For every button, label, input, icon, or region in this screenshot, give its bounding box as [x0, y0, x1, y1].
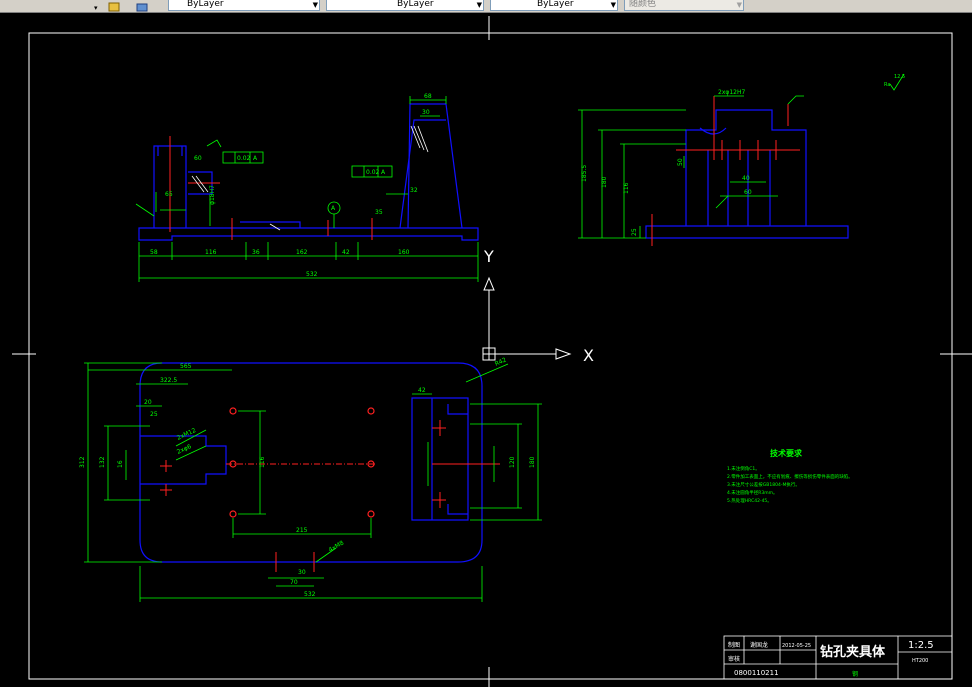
tech-req-item-5: 5.热处理HRC42-45。 [727, 497, 772, 504]
roughness-value: 12.5 [894, 74, 905, 80]
dim-30: 30 [298, 569, 306, 576]
svg-text:▾: ▾ [94, 4, 98, 12]
dim-58: 58 [150, 249, 158, 256]
sheet-note: 钢 [852, 670, 858, 678]
dim-2xm12: 2xM12 [176, 427, 197, 442]
part-name: 钻孔夹具体 [820, 644, 886, 660]
color-dropdown[interactable]: ByLayer ▼ [168, 0, 320, 11]
dim-120: 120 [509, 456, 516, 468]
dim-60: 60 [744, 189, 752, 196]
dim-215: 215 [296, 527, 308, 534]
tech-req-item-2: 2.零件加工表面上，不应有划痕、擦伤等损伤零件表面的缺陷。 [727, 473, 853, 480]
tech-req-item-3: 3.未注尺寸公差按GB1804-M执行。 [727, 481, 800, 488]
dim-50: 50 [677, 158, 684, 166]
dim-132: 132 [99, 456, 106, 468]
tol-ref: A [381, 169, 386, 176]
plotstyle-dropdown[interactable]: 随颜色 ▼ [624, 0, 744, 11]
layer-previous-icon[interactable] [136, 0, 148, 12]
drawing-date: 2012-05-25 [782, 643, 811, 649]
designer-name: 谢国龙 [750, 641, 768, 649]
dim-116: 116 [623, 182, 630, 194]
drawing-border [28, 32, 953, 680]
dim-25: 25 [631, 228, 638, 236]
dim-42: 42 [418, 387, 426, 394]
ucs-y-label: Y [483, 247, 494, 266]
dim-35: 35 [375, 209, 383, 216]
dim-532: 532 [306, 271, 318, 278]
dim-312: 312 [79, 456, 86, 468]
lineweight-dropdown[interactable]: ByLayer ▼ [490, 0, 618, 11]
dim-4xm8: 4xM8 [328, 539, 346, 553]
roughness-note: Ra [884, 82, 890, 88]
dim-322-5: 322.5 [160, 377, 177, 384]
color-value: ByLayer [187, 0, 224, 9]
roughness-symbol: 12.5 Ra [884, 73, 905, 91]
dim-116: 116 [205, 249, 217, 256]
dim-68: 68 [424, 93, 432, 100]
dim-40: 40 [742, 175, 750, 182]
dim-185-5: 185.5 [581, 165, 588, 182]
linetype-value: ByLayer [397, 0, 434, 9]
front-view: 58 116 36 162 42 160 532 68 30 32 65 60 … [135, 93, 479, 282]
dim-160: 160 [398, 249, 410, 256]
tech-requirements: 技术要求 1.未注倒角C1。 2.零件加工表面上，不应有划痕、擦伤等损伤零件表面… [727, 448, 853, 504]
dim-162: 162 [296, 249, 308, 256]
dim-32: 32 [410, 187, 418, 194]
hole-dim: φ18H7 [209, 185, 216, 205]
dim-180: 180 [529, 456, 536, 468]
dim-16: 16 [117, 460, 124, 468]
chevron-down-icon: ▼ [610, 1, 616, 9]
tech-req-item-4: 4.未注圆角半径R3mm。 [727, 489, 778, 496]
chevron-down-icon: ▼ [736, 1, 742, 9]
dim-r42: R42 [494, 356, 508, 367]
dim-116: 116 [259, 456, 266, 468]
tech-req-title: 技术要求 [770, 448, 803, 458]
drawing-canvas[interactable]: 58 116 36 162 42 160 532 68 30 32 65 60 … [0, 12, 972, 687]
material: HT200 [912, 658, 928, 664]
tol-perp-ref: A [253, 155, 258, 162]
dim-36: 36 [252, 249, 260, 256]
checker-label: 审核 [728, 655, 740, 663]
dim-70: 70 [290, 579, 298, 586]
dim-65: 65 [165, 191, 173, 198]
layer-match-icon[interactable] [108, 0, 120, 12]
lineweight-value: ByLayer [537, 0, 574, 9]
chevron-down-icon: ▼ [312, 1, 318, 9]
tol-flat: 0.02 [366, 169, 380, 176]
scale: 1:2.5 [908, 640, 934, 651]
tech-req-item-1: 1.未注倒角C1。 [727, 465, 760, 472]
dim-60: 60 [194, 155, 202, 162]
dim-565: 565 [180, 363, 192, 370]
dim-532: 532 [304, 591, 316, 598]
datum-a: A [331, 205, 336, 212]
dim-20: 20 [144, 399, 152, 406]
linetype-dropdown[interactable]: ByLayer ▼ [326, 0, 484, 11]
dim-42: 42 [342, 249, 350, 256]
drawing-number: 0800110211 [734, 669, 779, 677]
dim-2xphi12: 2xφ12H7 [718, 89, 745, 96]
title-block: 制图 谢国龙 2012-05-25 审核 0800110211 钻孔夹具体 钢 … [723, 635, 953, 680]
dim-30: 30 [422, 109, 430, 116]
side-view: 185.5 180 116 40 60 50 25 2xφ12H7 [578, 89, 849, 246]
designer-label: 制图 [728, 641, 740, 649]
dropdown-arrow-icon[interactable]: ▾ [92, 0, 104, 12]
dim-25: 25 [150, 411, 158, 418]
dim-180: 180 [601, 176, 608, 188]
chevron-down-icon: ▼ [476, 1, 482, 9]
ucs-x-label: X [583, 346, 594, 365]
top-view: 565 322.5 20 25 42 312 132 16 116 215 70… [79, 356, 542, 602]
tol-perp: 0.02 [237, 155, 251, 162]
ucs-icon: Y X [482, 247, 594, 365]
plotstyle-value: 随颜色 [629, 0, 657, 9]
